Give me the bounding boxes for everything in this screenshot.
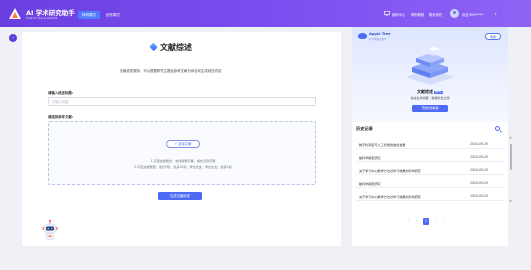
brand-subtitle: AI 学术研究助手 bbox=[369, 38, 387, 41]
page-title-row: 文献综述 bbox=[0, 42, 341, 53]
history-row-title: 数字化转型与人工智能的融合发展 bbox=[359, 142, 406, 147]
link-usage-center[interactable]: 使用中心 bbox=[392, 12, 405, 17]
feature-title: 文献综述 bbox=[416, 89, 433, 94]
feature-intro-card: Apple Tree AI 学术研究助手 帮助 文献综述 BETA 快速生成摘要，… bbox=[352, 27, 508, 122]
history-row[interactable]: 脑科学模型研究 2024-09-25 bbox=[356, 177, 504, 188]
search-icon[interactable] bbox=[495, 126, 500, 131]
collapse-sidebar-button[interactable]: ‹ bbox=[9, 34, 17, 42]
top-header: AI 学术研究助手 Chat for the academia 科研模式 创作模… bbox=[0, 0, 531, 27]
page-description: 文献综述服务，可以根据研究主题及参考文献为你自动生成综述内容 bbox=[119, 69, 222, 73]
beta-badge: BETA bbox=[433, 90, 444, 94]
scroll-up-icon[interactable]: ▲ bbox=[509, 136, 512, 139]
brand-name: Apple Tree bbox=[369, 32, 391, 36]
history-row-date: 2024-09-25 bbox=[470, 193, 488, 198]
chevron-left-icon[interactable]: ‹ bbox=[406, 218, 412, 225]
user-avatar-icon[interactable] bbox=[450, 9, 459, 18]
page-number-current[interactable]: 1 bbox=[423, 218, 429, 225]
app-logo-icon bbox=[9, 8, 21, 19]
tab-creative-mode[interactable]: 创作模式 bbox=[101, 11, 125, 19]
page-title: 文献综述 bbox=[160, 43, 192, 52]
feature-title-row: 文献综述 BETA bbox=[352, 89, 508, 95]
upload-hint-count: 2.可选文献数量：最长5篇，最多10篇，学位论文，学位论文，最多5篇 bbox=[134, 165, 232, 169]
start-tutorial-button[interactable]: 开始使用教程 bbox=[412, 105, 448, 112]
history-row-title: 关于学习中心教学方法对学习效果的影响研究 bbox=[359, 194, 421, 199]
scroll-down-icon[interactable]: ▼ bbox=[509, 200, 512, 203]
history-row-title: 脑科学模型研究 bbox=[359, 155, 381, 160]
chevron-right-icon[interactable]: › bbox=[440, 218, 446, 225]
history-row-date: 2024-09-25 bbox=[470, 141, 488, 146]
robot-assistant-icon[interactable] bbox=[40, 218, 60, 242]
tab-research-mode[interactable]: 科研模式 bbox=[78, 11, 100, 19]
next-page-button[interactable]: › bbox=[432, 218, 438, 225]
topic-input[interactable] bbox=[48, 97, 316, 106]
references-label: 请选择参考文献: bbox=[48, 115, 74, 119]
link-help-tutorial[interactable]: 帮助教程 bbox=[411, 12, 424, 17]
literature-diamond-icon bbox=[149, 42, 158, 52]
monitor-icon bbox=[384, 11, 390, 16]
upload-hint-format: 1.可选文献格式：支持搜索引擎，格式识别可限 bbox=[150, 159, 216, 163]
stacked-documents-illustration-icon bbox=[406, 47, 454, 85]
help-button[interactable]: 帮助 bbox=[485, 33, 501, 40]
history-row-date: 2024-09-25 bbox=[470, 154, 488, 159]
history-row-title: 脑科学模型研究 bbox=[359, 181, 381, 186]
history-row[interactable]: 数字化转型与人工智能的融合发展 2024-09-25 bbox=[356, 138, 504, 149]
history-scrollbar[interactable]: ▲ ▼ bbox=[509, 122, 512, 246]
history-row-date: 2024-09-25 bbox=[470, 167, 488, 172]
history-row-title: 关于学习中心教学方法对学习效果的影响研究 bbox=[359, 168, 421, 173]
user-name[interactable]: 欢迎 MH***** bbox=[462, 12, 483, 17]
scrollbar-thumb[interactable] bbox=[509, 144, 512, 170]
link-contact-us[interactable]: 联系我们 bbox=[429, 12, 442, 17]
chevron-down-icon[interactable]: ▾ bbox=[495, 12, 497, 16]
history-row[interactable]: 关于学习中心教学方法对学习效果的影响研究 2024-09-25 bbox=[356, 190, 504, 201]
history-row[interactable]: 脑科学模型研究 2024-09-25 bbox=[356, 151, 504, 162]
prev-page-button[interactable]: ‹ bbox=[414, 218, 420, 225]
chevron-left-icon: ‹ bbox=[12, 35, 14, 40]
history-row-date: 2024-09-25 bbox=[470, 180, 488, 185]
history-title: 历史记录 bbox=[356, 126, 373, 131]
history-row[interactable]: 关于学习中心教学方法对学习效果的影响研究 2024-09-25 bbox=[356, 164, 504, 175]
history-panel: 历史记录 数字化转型与人工智能的融合发展 2024-09-25 脑科学模型研究 … bbox=[352, 122, 508, 246]
topic-label: 请输入综述标题: bbox=[48, 91, 74, 95]
generate-review-button[interactable]: 生成文献综述 bbox=[158, 192, 202, 200]
reference-upload-area[interactable]: + 选择文献 1.可选文献格式：支持搜索引擎，格式识别可限 2.可选文献数量：最… bbox=[48, 121, 316, 185]
feature-description: 快速生成摘要，数据综合主题 bbox=[410, 96, 450, 100]
select-references-button[interactable]: + 选择文献 bbox=[166, 140, 200, 148]
app-subtitle: Chat for the academia bbox=[26, 16, 58, 20]
apple-tree-logo-icon bbox=[358, 33, 367, 39]
